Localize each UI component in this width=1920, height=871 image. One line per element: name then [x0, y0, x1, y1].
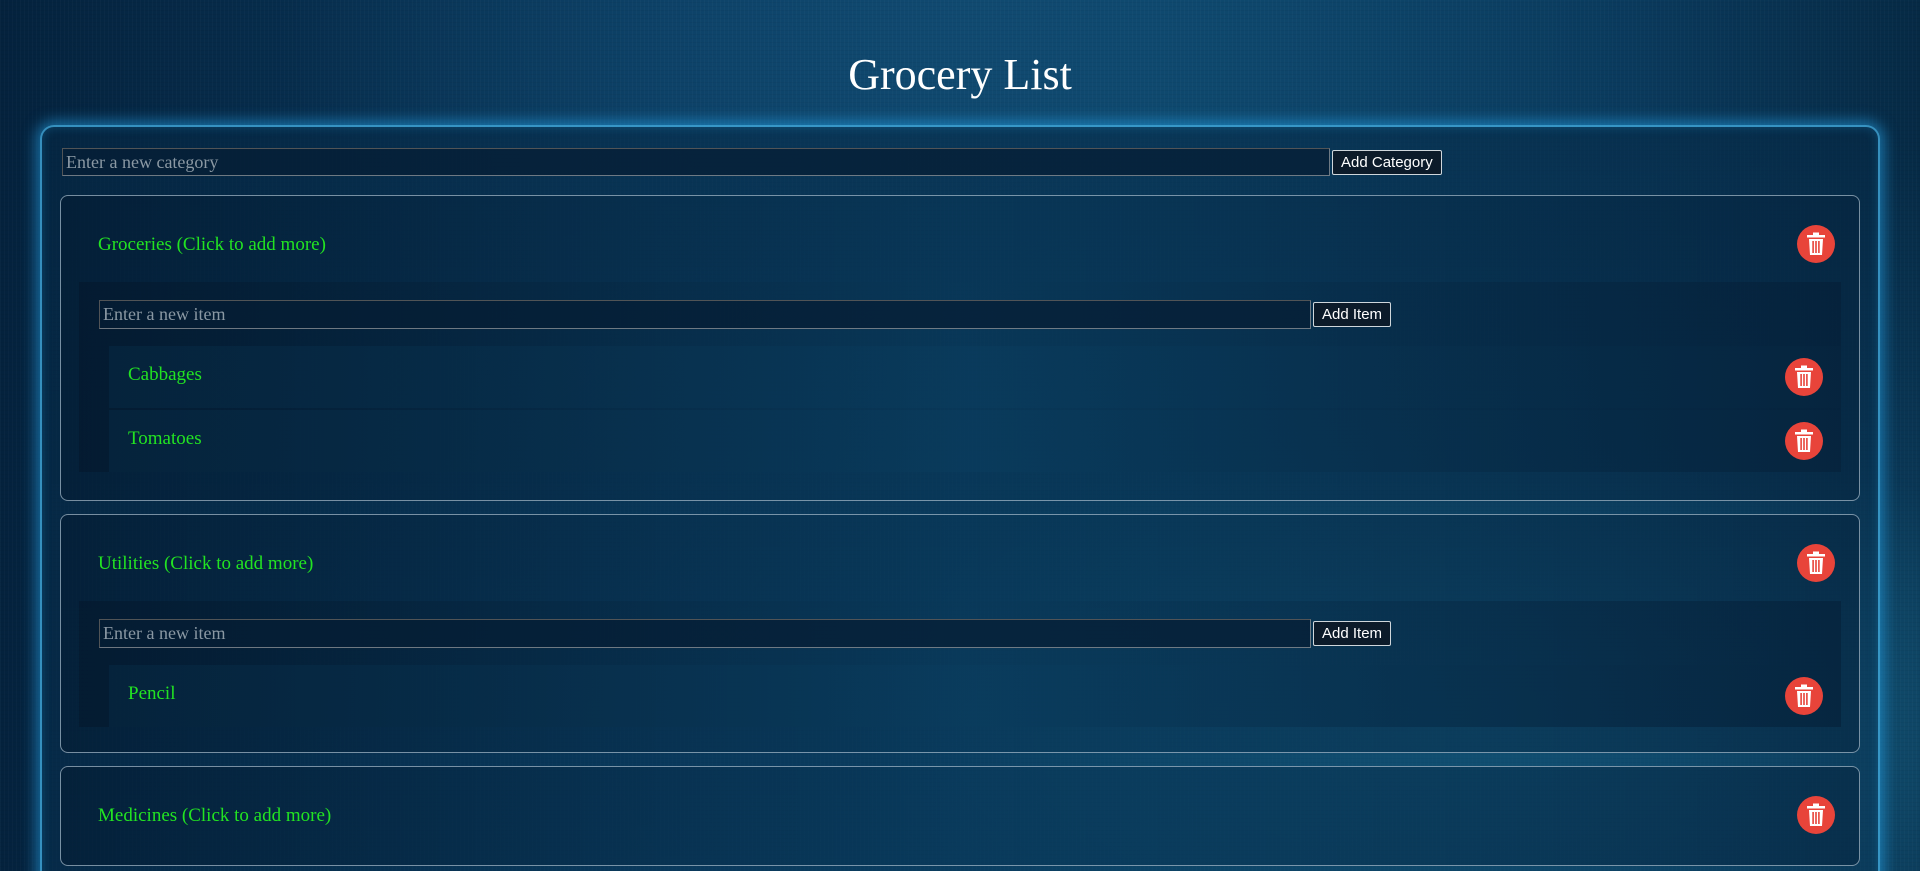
add-category-button[interactable]: Add Category [1332, 149, 1442, 175]
items-area-utilities: Add Item Pencil [79, 601, 1841, 727]
list-item: Cabbages [109, 346, 1841, 408]
trash-icon [1795, 365, 1813, 388]
trash-icon [1807, 551, 1825, 574]
delete-category-button[interactable] [1797, 544, 1835, 582]
delete-item-button[interactable] [1785, 358, 1823, 396]
delete-item-button[interactable] [1785, 677, 1823, 715]
trash-icon [1795, 684, 1813, 707]
delete-category-button[interactable] [1797, 225, 1835, 263]
new-item-input[interactable] [99, 300, 1311, 329]
category-header-groceries[interactable]: Groceries (Click to add more) [98, 234, 326, 256]
new-item-row: Add Item [99, 300, 1392, 329]
category-header-utilities[interactable]: Utilities (Click to add more) [98, 553, 313, 575]
item-label: Cabbages [128, 364, 202, 385]
new-item-input[interactable] [99, 619, 1311, 648]
list-item: Tomatoes [109, 410, 1841, 472]
main-panel: Add Category Groceries (Click to add mor… [40, 125, 1880, 871]
trash-icon [1795, 429, 1813, 452]
new-category-input[interactable] [62, 148, 1330, 176]
new-item-row: Add Item [99, 619, 1392, 648]
category-card-utilities: Utilities (Click to add more) Add Item P… [60, 514, 1860, 753]
item-label: Pencil [128, 683, 176, 704]
trash-icon [1807, 232, 1825, 255]
page-title: Grocery List [848, 50, 1072, 99]
item-label: Tomatoes [128, 428, 202, 449]
list-item: Pencil [109, 665, 1841, 727]
new-category-row: Add Category [62, 147, 1442, 177]
add-item-button[interactable]: Add Item [1313, 302, 1392, 327]
add-item-button[interactable]: Add Item [1313, 621, 1392, 646]
delete-item-button[interactable] [1785, 422, 1823, 460]
category-header-medicines[interactable]: Medicines (Click to add more) [98, 805, 331, 827]
trash-icon [1807, 803, 1825, 826]
category-card-medicines: Medicines (Click to add more) [60, 766, 1860, 866]
items-area-groceries: Add Item Cabbages Tomatoes [79, 282, 1841, 472]
delete-category-button[interactable] [1797, 796, 1835, 834]
category-card-groceries: Groceries (Click to add more) Add Item C… [60, 195, 1860, 501]
